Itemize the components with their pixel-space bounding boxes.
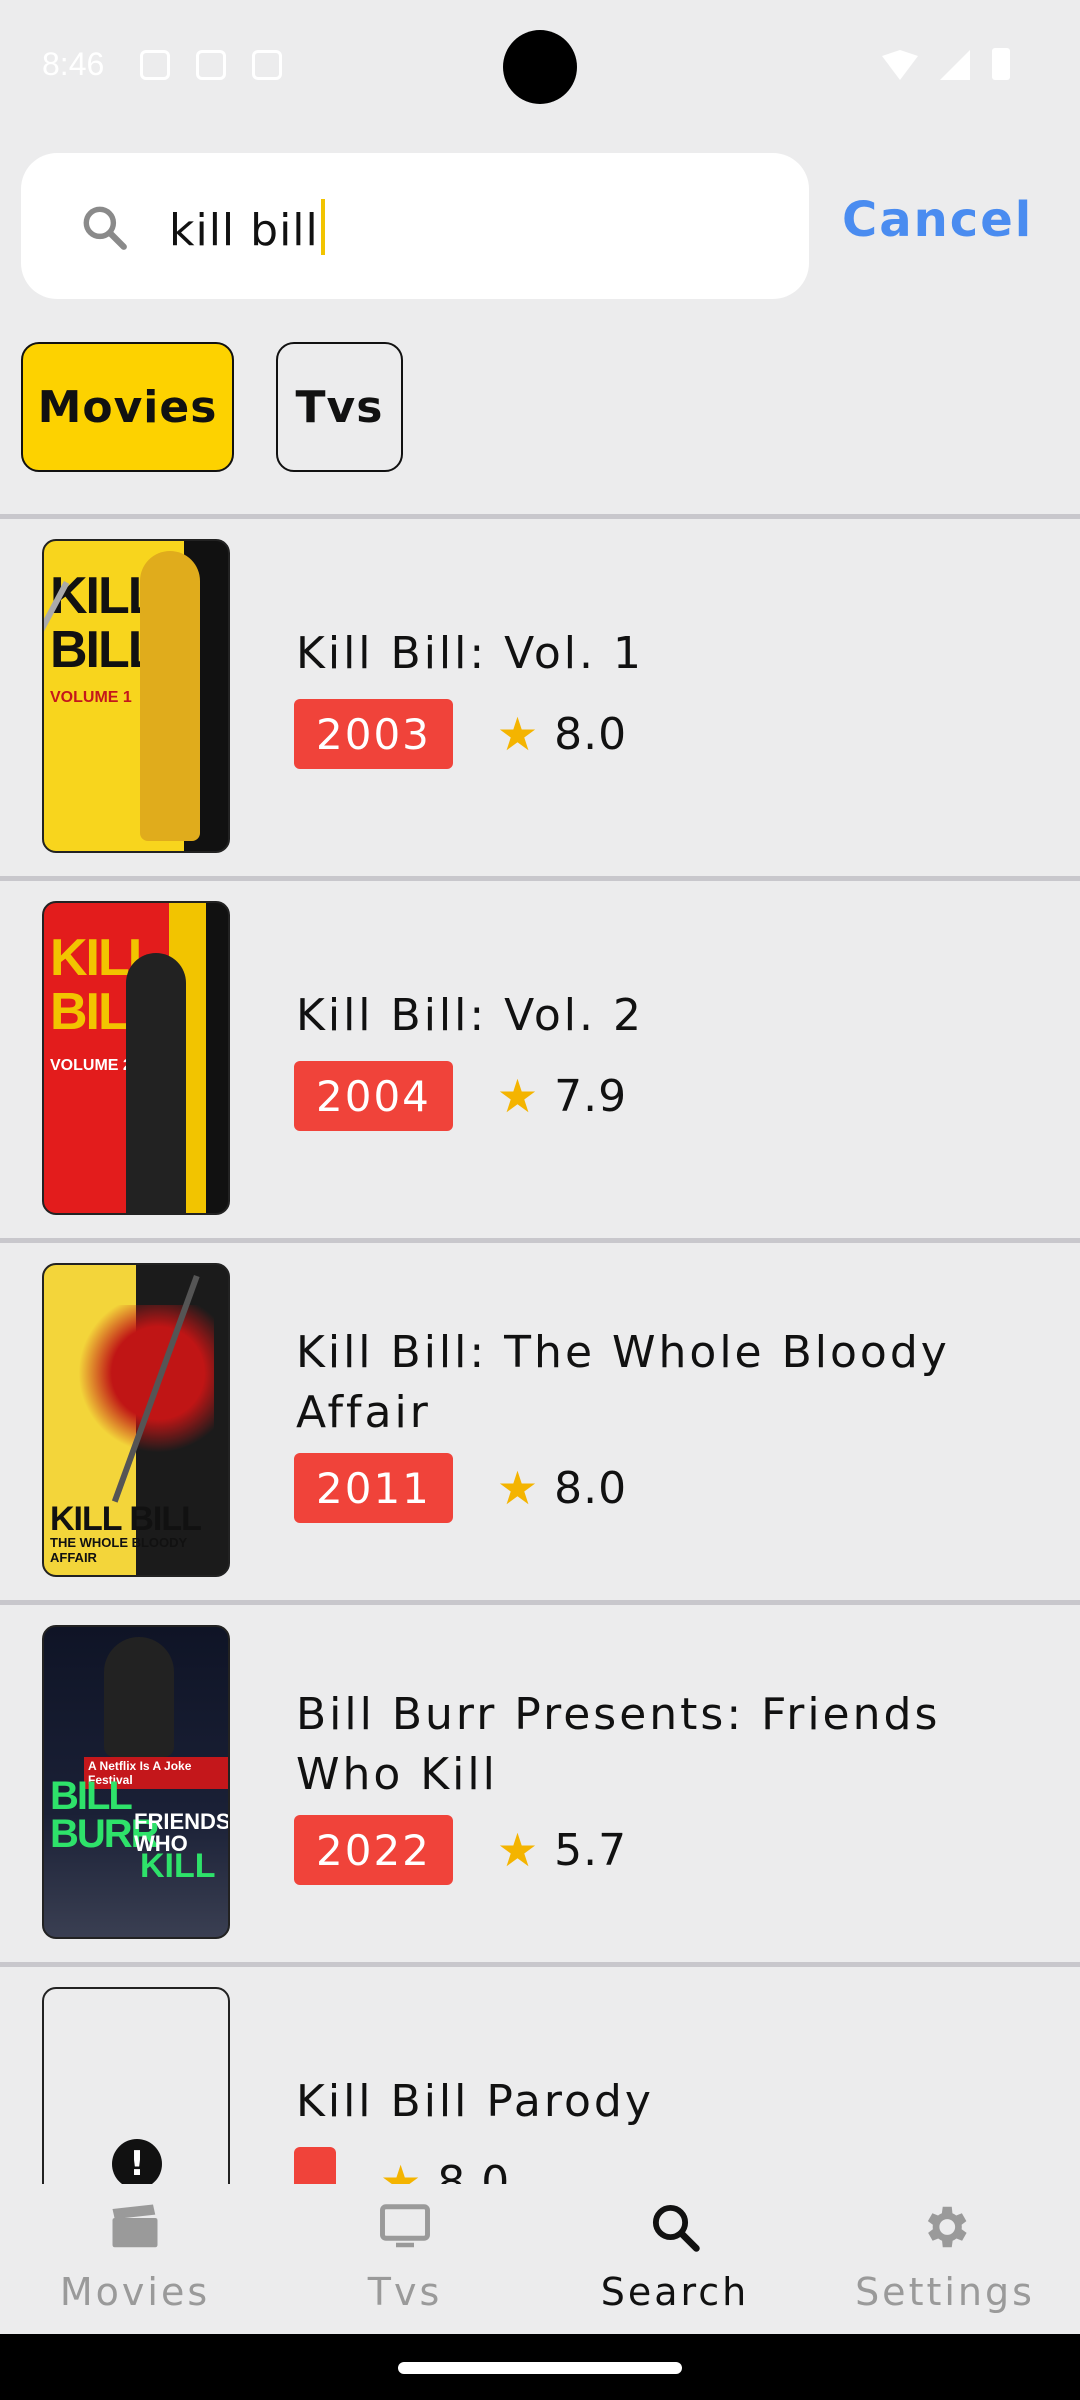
poster-figure xyxy=(140,551,200,841)
nav-item-search[interactable]: Search xyxy=(540,2200,810,2314)
poster-kill: KILL xyxy=(140,1847,216,1885)
wifi-icon xyxy=(882,50,918,80)
status-bar: 8:46 xyxy=(0,0,1080,130)
poster-figure xyxy=(104,1637,174,1757)
rating-value: 8.0 xyxy=(554,708,628,760)
result-title: Kill Bill: The Whole Bloody Affair xyxy=(296,1327,950,1438)
signal-icon xyxy=(940,50,970,80)
text-caret xyxy=(320,199,325,255)
movie-poster: KILL BILL VOLUME 2 xyxy=(42,901,230,1215)
rating-value: 8.0 xyxy=(437,2156,511,2185)
clapperboard-icon xyxy=(112,2204,158,2248)
result-meta: 2011 ★ 8.0 xyxy=(294,1453,627,1523)
result-row[interactable]: A Netflix Is A Joke Festival BILL BURR F… xyxy=(0,1600,1080,1962)
search-icon xyxy=(83,206,127,250)
status-time: 8:46 xyxy=(42,46,105,82)
battery-icon xyxy=(992,48,1010,80)
year-badge: 2004 xyxy=(294,1061,453,1131)
movie-poster-placeholder: ! xyxy=(42,1987,230,2184)
result-row[interactable]: KILL BILL THE WHOLE BLOODY AFFAIR Kill B… xyxy=(0,1238,1080,1600)
notification-icons xyxy=(140,50,282,80)
filter-chip-movies[interactable]: Movies xyxy=(21,342,234,472)
nav-item-movies[interactable]: Movies xyxy=(0,2200,270,2314)
result-title: Bill Burr Presents: Friends Who Kill xyxy=(296,1689,941,1800)
gear-icon xyxy=(927,2206,967,2248)
nav-label: Movies xyxy=(59,2270,211,2314)
font-icon xyxy=(252,50,282,80)
nav-item-settings[interactable]: Settings xyxy=(810,2200,1080,2314)
search-input[interactable]: kill bill xyxy=(21,153,809,299)
poster-title: KILL BILL xyxy=(50,567,160,679)
search-icon xyxy=(652,2204,700,2252)
year-badge: 2022 xyxy=(294,1815,453,1885)
result-title: Kill Bill Parody xyxy=(296,2076,654,2127)
poster-figure xyxy=(126,953,186,1213)
tv-icon xyxy=(380,2204,430,2248)
result-row[interactable]: KILL BILL VOLUME 2 Kill Bill: Vol. 2 200… xyxy=(0,876,1080,1238)
movie-poster: KILL BILL VOLUME 1 xyxy=(42,539,230,853)
result-title: Kill Bill: Vol. 2 xyxy=(296,990,644,1041)
rating-value: 5.7 xyxy=(554,1824,628,1876)
search-query[interactable]: kill bill xyxy=(169,199,325,256)
bottom-navigation: Movies Tvs Search Settings xyxy=(0,2184,1080,2334)
star-icon: ★ xyxy=(496,707,539,761)
result-meta: 2022 ★ 5.7 xyxy=(294,1815,627,1885)
poster-title: KILL BILL xyxy=(50,1500,202,1538)
poster-subtitle: THE WHOLE BLOODY AFFAIR xyxy=(50,1535,187,1565)
movie-poster: A Netflix Is A Joke Festival BILL BURR F… xyxy=(42,1625,230,1939)
sd-card-icon xyxy=(196,50,226,80)
star-icon: ★ xyxy=(496,1823,539,1877)
nav-item-tvs[interactable]: Tvs xyxy=(270,2200,540,2314)
year-badge: 2003 xyxy=(294,699,453,769)
error-icon: ! xyxy=(112,2139,162,2184)
result-meta: ★ 8.0 xyxy=(294,2147,510,2184)
year-badge: 2011 xyxy=(294,1453,453,1523)
nav-label: Tvs xyxy=(367,2270,443,2314)
result-meta: 2004 ★ 7.9 xyxy=(294,1061,627,1131)
shield-icon xyxy=(140,50,170,80)
star-icon: ★ xyxy=(380,2155,422,2184)
nav-label: Search xyxy=(600,2270,750,2314)
result-row[interactable]: KILL BILL VOLUME 1 Kill Bill: Vol. 1 200… xyxy=(0,514,1080,876)
star-icon: ★ xyxy=(496,1461,539,1515)
camera-cutout xyxy=(503,30,577,104)
poster-subtitle: VOLUME 2 xyxy=(50,1057,132,1074)
result-meta: 2003 ★ 8.0 xyxy=(294,699,627,769)
filter-chip-tvs[interactable]: Tvs xyxy=(276,342,403,472)
rating-value: 7.9 xyxy=(554,1070,628,1122)
movie-poster: KILL BILL THE WHOLE BLOODY AFFAIR xyxy=(42,1263,230,1577)
result-row[interactable]: ! Kill Bill Parody ★ 8.0 xyxy=(0,1962,1080,2184)
app-screen: 8:46 kill bill Cancel Movies Tvs KILL BI… xyxy=(0,0,1080,2400)
system-icons xyxy=(882,48,1010,80)
cancel-button[interactable]: Cancel xyxy=(842,192,1033,248)
poster-subtitle: VOLUME 1 xyxy=(50,689,132,706)
search-results-list[interactable]: KILL BILL VOLUME 1 Kill Bill: Vol. 1 200… xyxy=(0,514,1080,2184)
poster-blood-splash xyxy=(74,1305,214,1475)
result-title: Kill Bill: Vol. 1 xyxy=(296,628,644,679)
nav-label: Settings xyxy=(855,2270,1035,2314)
rating-value: 8.0 xyxy=(554,1462,628,1514)
year-badge xyxy=(294,2147,336,2184)
star-icon: ★ xyxy=(496,1069,539,1123)
home-indicator[interactable] xyxy=(398,2362,682,2374)
